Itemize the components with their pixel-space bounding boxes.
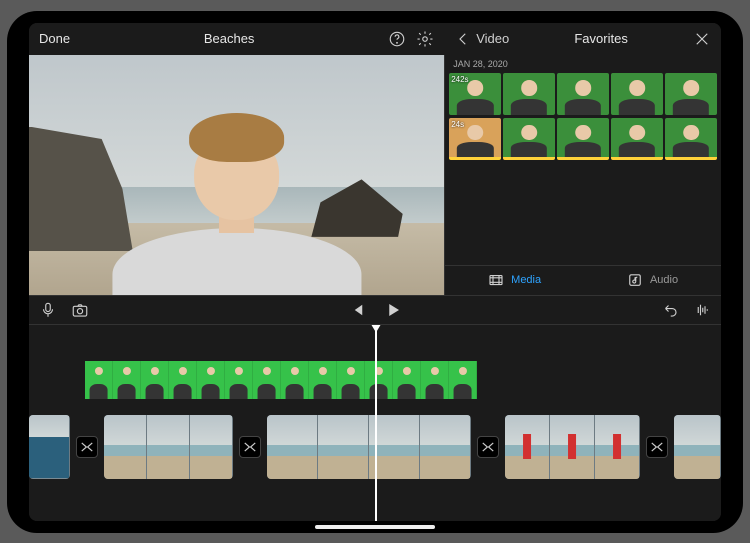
library-back-button[interactable]: Video — [454, 30, 509, 48]
library-date-header: JAN 28, 2020 — [445, 55, 721, 73]
timeline-clip[interactable] — [674, 415, 721, 479]
chevron-left-icon — [454, 30, 472, 48]
library-clip-list: 242s 24s — [445, 73, 721, 163]
music-note-icon — [626, 271, 644, 289]
library-clip[interactable]: 242s — [449, 73, 717, 115]
transition-icon[interactable] — [76, 436, 98, 458]
play-icon[interactable] — [384, 301, 402, 319]
editor-header: Done Beaches — [29, 23, 444, 55]
done-button[interactable]: Done — [39, 31, 70, 46]
project-title: Beaches — [80, 31, 378, 46]
timeline-clip[interactable] — [267, 415, 471, 479]
playback-controls — [29, 295, 721, 325]
upper-panels: JAN 28, 2020 242s 24s — [29, 55, 721, 295]
library-panel-title: Favorites — [517, 31, 685, 46]
media-library-panel: JAN 28, 2020 242s 24s — [444, 55, 721, 295]
transition-icon[interactable] — [239, 436, 261, 458]
library-tab-media-label: Media — [511, 274, 541, 286]
clip-duration-label: 242s — [451, 75, 468, 84]
library-clip[interactable]: 24s — [449, 118, 717, 160]
clip-duration-label: 24s — [451, 120, 464, 129]
help-icon[interactable] — [388, 30, 406, 48]
playhead[interactable] — [375, 325, 377, 521]
timeline-clip[interactable] — [505, 415, 640, 479]
skip-to-start-icon[interactable] — [348, 301, 366, 319]
transition-icon[interactable] — [646, 436, 668, 458]
settings-gear-icon[interactable] — [416, 30, 434, 48]
ipad-device-frame: Done Beaches Video Favorites — [7, 11, 743, 533]
video-preview[interactable] — [29, 55, 444, 295]
library-tab-audio[interactable]: Audio — [583, 266, 721, 295]
library-tabs: Media Audio — [445, 265, 721, 295]
preview-canvas — [29, 55, 444, 295]
audio-waveform-icon[interactable] — [693, 301, 711, 319]
library-tab-audio-label: Audio — [650, 274, 678, 286]
timeline-clip[interactable] — [29, 415, 70, 479]
close-icon[interactable] — [693, 30, 711, 48]
camera-icon[interactable] — [71, 301, 89, 319]
screen: Done Beaches Video Favorites — [29, 23, 721, 521]
library-header: Video Favorites — [444, 23, 721, 55]
microphone-icon[interactable] — [39, 301, 57, 319]
library-tab-media[interactable]: Media — [445, 266, 583, 295]
overlay-track-clip[interactable] — [85, 361, 477, 399]
timeline[interactable] — [29, 325, 721, 521]
top-bar: Done Beaches Video Favorites — [29, 23, 721, 55]
filmstrip-icon — [487, 271, 505, 289]
undo-icon[interactable] — [661, 301, 679, 319]
timeline-clip[interactable] — [104, 415, 234, 479]
transition-icon[interactable] — [477, 436, 499, 458]
library-back-label: Video — [476, 31, 509, 46]
